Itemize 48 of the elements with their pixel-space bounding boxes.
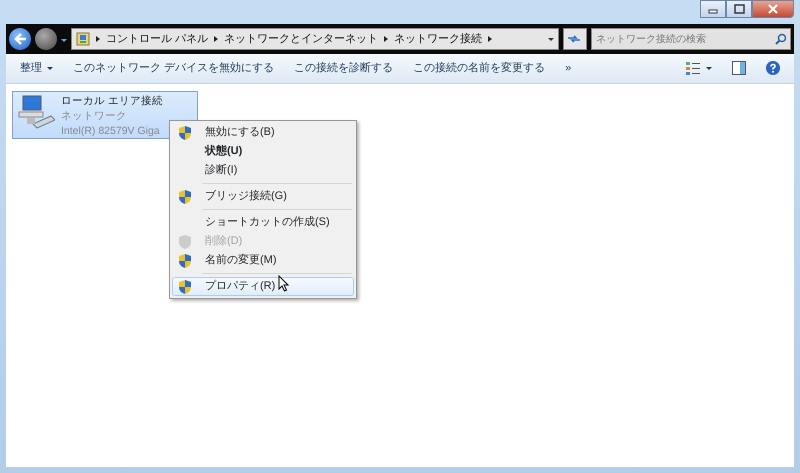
chevron-icon: [96, 36, 100, 42]
caret-icon: [47, 66, 53, 70]
view-icon: [686, 61, 700, 76]
mouse-cursor-icon: [278, 275, 289, 292]
menu-item[interactable]: プロパティ(R): [172, 277, 354, 296]
shield-icon: [177, 234, 193, 250]
maximize-icon: [733, 4, 745, 14]
close-icon: [767, 4, 779, 14]
preview-pane-icon: [732, 61, 746, 76]
toolbar-button[interactable]: この接続の名前を変更する: [405, 57, 554, 80]
breadcrumb-item[interactable]: コントロール パネル: [106, 30, 208, 48]
dropdown-icon: [61, 36, 67, 42]
close-button[interactable]: [752, 0, 794, 18]
connection-device: Intel(R) 82579V Giga: [61, 124, 161, 139]
shield-icon: [177, 252, 193, 268]
minimize-button[interactable]: [700, 0, 726, 18]
breadcrumb-item[interactable]: ネットワークとインターネット: [224, 30, 378, 48]
maximize-button[interactable]: [726, 0, 752, 18]
menu-item[interactable]: ショートカットの作成(S): [172, 213, 354, 232]
shield-icon: [177, 188, 193, 204]
connection-item[interactable]: ローカル エリア接続 ネットワーク Intel(R) 82579V Giga: [12, 91, 198, 139]
toolbar-button[interactable]: »: [557, 57, 580, 80]
caret-icon: [706, 66, 712, 70]
toolbar-button[interactable]: 整理: [12, 57, 61, 80]
search-field[interactable]: ネットワーク接続の検索: [591, 28, 791, 50]
menu-item[interactable]: 診断(I): [172, 161, 354, 180]
help-icon: [766, 61, 780, 76]
search-icon: [774, 33, 786, 45]
chevron-icon: [214, 36, 218, 42]
toolbar-button[interactable]: このネットワーク デバイスを無効にする: [65, 57, 282, 80]
back-button[interactable]: [9, 28, 31, 50]
breadcrumb-item[interactable]: ネットワーク接続: [394, 30, 482, 48]
connection-name: ローカル エリア接続: [61, 94, 163, 109]
network-adapter-icon: [17, 94, 55, 130]
menu-item[interactable]: 名前の変更(M): [172, 251, 354, 270]
menu-item[interactable]: 状態(U): [172, 142, 354, 161]
chevron-icon: [488, 36, 492, 42]
refresh-button[interactable]: [563, 28, 587, 50]
chevron-icon: [384, 36, 388, 42]
toolbar-button[interactable]: この接続を診断する: [286, 57, 402, 80]
forward-button[interactable]: [35, 28, 57, 50]
address-bar[interactable]: コントロール パネル ネットワークとインターネット ネットワーク接続: [71, 28, 559, 50]
shield-icon: [177, 124, 193, 140]
dropdown-icon: [548, 38, 554, 40]
menu-item[interactable]: ブリッジ接続(G): [172, 187, 354, 206]
control-panel-icon: [76, 32, 90, 46]
connection-status: ネットワーク: [61, 109, 128, 124]
shield-icon: [177, 278, 193, 294]
